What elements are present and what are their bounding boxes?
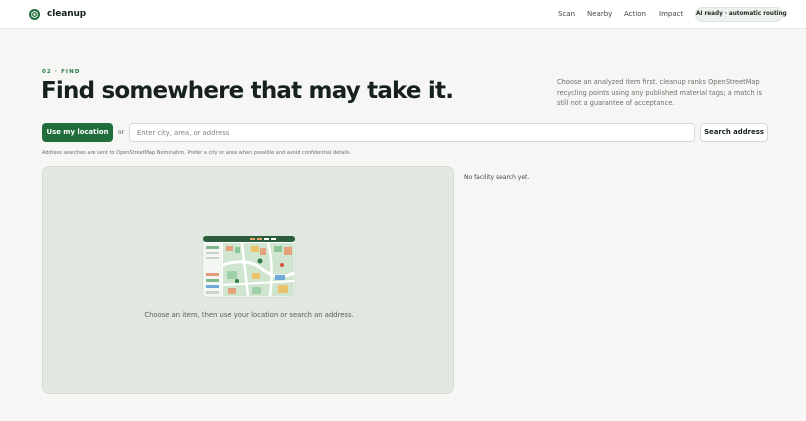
- facility-results-status: No facility search yet.: [464, 174, 530, 181]
- ai-status-badge: AI ready · automatic routing: [695, 7, 787, 22]
- map-empty-message: Choose an item, then use your location o…: [144, 311, 354, 319]
- brand-name[interactable]: cleanup: [47, 9, 86, 19]
- or-label: or: [118, 129, 125, 136]
- privacy-note: Address searches are sent to OpenStreetM…: [42, 150, 352, 156]
- search-address-button[interactable]: Search address: [700, 123, 768, 142]
- nav-scan[interactable]: Scan: [558, 10, 575, 18]
- use-my-location-button[interactable]: Use my location: [42, 123, 113, 142]
- section-eyebrow: 02 · FIND: [42, 69, 81, 75]
- nav-nearby[interactable]: Nearby: [587, 10, 612, 18]
- city-map-illustration-icon: [202, 235, 296, 298]
- nav-impact[interactable]: Impact: [659, 10, 683, 18]
- intro-text: Choose an analyzed item first. cleanup r…: [557, 78, 763, 107]
- map-panel[interactable]: Choose an item, then use your location o…: [42, 166, 454, 394]
- recycle-leaf-icon[interactable]: [29, 9, 40, 20]
- address-search-input[interactable]: [129, 123, 695, 142]
- nav-action[interactable]: Action: [624, 10, 646, 18]
- top-navigation-bar: cleanup Scan Nearby Action Impact AI rea…: [0, 0, 806, 29]
- page-title: Find somewhere that may take it.: [41, 78, 454, 104]
